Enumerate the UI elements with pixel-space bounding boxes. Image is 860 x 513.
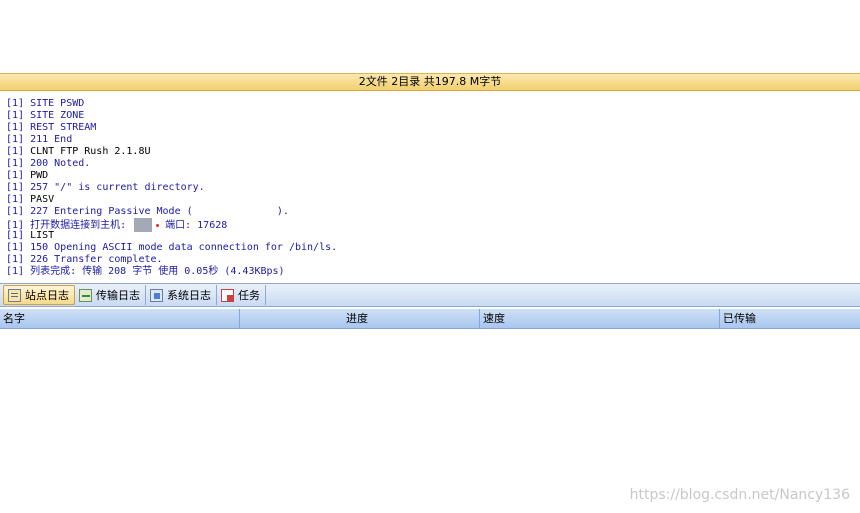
tab-system-log[interactable]: 系统日志: [146, 285, 217, 305]
log-line-text: 列表完成: 传输 208 字节 使用 0.05秒 (4.43KBps): [24, 266, 285, 277]
log-line-tag: [1]: [6, 182, 25, 193]
watermark: https://blog.csdn.net/Nancy136: [629, 487, 850, 503]
log-line: [1] 200 Noted.: [6, 158, 860, 170]
log-line-text: CLNT FTP Rush 2.1.8U: [24, 146, 151, 157]
log-line: [1] 226 Transfer complete.: [6, 254, 860, 266]
column-name[interactable]: 名字: [0, 309, 240, 328]
site-log-icon: [8, 288, 21, 302]
log-line-text: REST STREAM: [24, 122, 97, 133]
log-line: [1] 150 Opening ASCII mode data connecti…: [6, 242, 860, 254]
log-line: [1] 打开数据连接到主机: 端口: 17628: [6, 218, 860, 232]
log-line-text: 226 Transfer complete.: [24, 254, 163, 265]
log-line: [1] SITE ZONE: [6, 110, 860, 122]
log-line-tag: [1]: [6, 206, 25, 217]
log-line-text: 150 Opening ASCII mode data connection f…: [24, 242, 338, 253]
system-log-icon: [150, 288, 163, 302]
log-line-text: LIST: [24, 230, 55, 241]
status-bar: 2文件 2目录 共197.8 M字节: [0, 73, 860, 91]
log-line-tag: [1]: [6, 230, 25, 241]
column-transferred[interactable]: 已传输: [720, 309, 860, 328]
log-line-tag: [1]: [6, 158, 25, 169]
log-line-tag: [1]: [6, 134, 25, 145]
tab-site-log[interactable]: 站点日志: [3, 285, 75, 305]
log-line: [1] 211 End: [6, 134, 860, 146]
log-line-tag: [1]: [6, 242, 25, 253]
log-line-text: SITE ZONE: [24, 110, 85, 121]
log-line-tag: [1]: [6, 110, 25, 121]
transfer-queue-list[interactable]: [0, 329, 860, 513]
site-log-panel[interactable]: [1] SITE PSWD [1] SITE ZONE [1] REST STREA…: [0, 92, 860, 282]
transfer-log-icon: [79, 288, 92, 302]
log-line-text: PWD: [24, 170, 49, 181]
column-name-label: 名字: [3, 312, 25, 325]
log-line: [1] 列表完成: 传输 208 字节 使用 0.05秒 (4.43KBps): [6, 266, 860, 278]
redacted-host: [134, 218, 153, 232]
log-line-tag: [1]: [6, 254, 25, 265]
log-line-tag: [1]: [6, 194, 25, 205]
log-line-text: 227 Entering Passive Mode ( ).: [24, 206, 289, 217]
log-line-port: 端口: 17628: [165, 220, 228, 231]
column-transferred-label: 已传输: [723, 312, 756, 325]
tab-label: 传输日志: [96, 289, 140, 302]
log-line-text: 257 "/" is current directory.: [24, 182, 205, 193]
log-line: [1] SITE PSWD: [6, 98, 860, 110]
log-tab-bar: 站点日志 传输日志 系统日志 任务: [0, 283, 860, 307]
log-line: [1] CLNT FTP Rush 2.1.8U: [6, 146, 860, 158]
log-line-tag: [1]: [6, 170, 25, 181]
log-line: [1] PWD: [6, 170, 860, 182]
column-speed[interactable]: 速度: [480, 309, 720, 328]
status-bar-text: 2文件 2目录 共197.8 M字节: [358, 75, 502, 88]
task-icon: [221, 288, 234, 302]
column-speed-label: 速度: [483, 312, 505, 325]
tab-label: 任务: [238, 289, 260, 302]
log-line: [1] REST STREAM: [6, 122, 860, 134]
tab-transfer-log[interactable]: 传输日志: [75, 285, 146, 305]
red-dot-icon: [156, 223, 160, 227]
log-line-text: 211 End: [24, 134, 73, 145]
log-line: [1] 227 Entering Passive Mode ( ).: [6, 206, 860, 218]
column-progress[interactable]: 进度: [240, 309, 480, 328]
log-line-tag: [1]: [6, 146, 25, 157]
tab-label: 系统日志: [167, 289, 211, 302]
tab-label: 站点日志: [25, 289, 69, 302]
log-line-tag: [1]: [6, 98, 25, 109]
log-line: [1] PASV: [6, 194, 860, 206]
log-line-tag: [1]: [6, 122, 25, 133]
log-line: [1] 257 "/" is current directory.: [6, 182, 860, 194]
log-line-tag: [1]: [6, 266, 25, 277]
log-line-text: SITE PSWD: [24, 98, 85, 109]
column-progress-label: 进度: [346, 312, 368, 325]
log-line-text: 200 Noted.: [24, 158, 91, 169]
tab-tasks[interactable]: 任务: [217, 285, 266, 305]
log-line-text: PASV: [24, 194, 55, 205]
transfer-queue-header: 名字 进度 速度 已传输: [0, 309, 860, 329]
